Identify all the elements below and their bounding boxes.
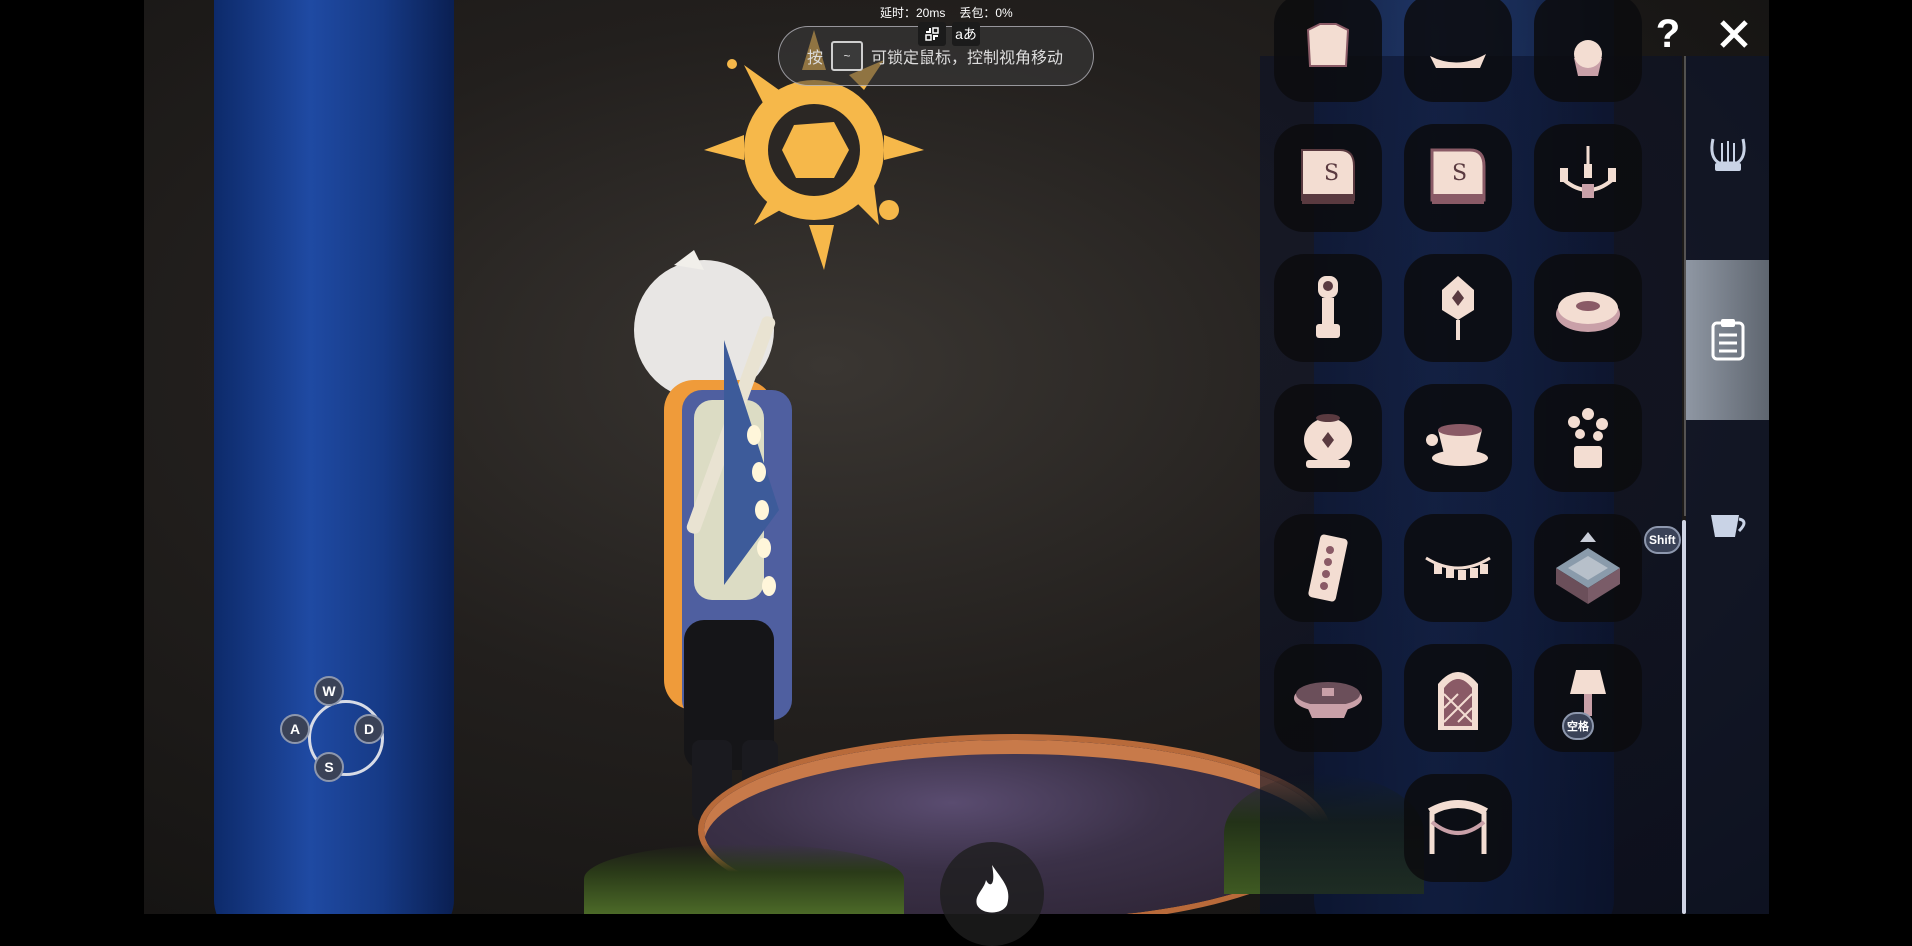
cube-placement-icon — [1556, 532, 1620, 604]
svg-text:S: S — [1324, 161, 1339, 186]
flame-icon — [976, 865, 1009, 913]
lyre-icon — [1709, 138, 1746, 171]
flame-button[interactable] — [940, 842, 1044, 946]
item-vase[interactable] — [1274, 384, 1382, 492]
tab-furniture[interactable] — [1686, 444, 1769, 604]
decoration-panel: S S Shift 空格 — [1260, 0, 1682, 914]
item-bunting[interactable] — [1404, 514, 1512, 622]
grass-patch — [584, 844, 904, 914]
donut-icon — [1556, 292, 1620, 332]
item-lattice-door[interactable] — [1404, 644, 1512, 752]
network-status: 延时：20ms 丢包：0% — [880, 4, 1013, 21]
tab-instruments[interactable] — [1686, 76, 1769, 236]
stream-toggles: aあ — [918, 22, 980, 46]
item-pillow[interactable] — [1404, 0, 1512, 102]
shirt-icon — [1306, 23, 1350, 67]
item-teacup[interactable] — [1404, 384, 1512, 492]
lattice-door-icon — [1438, 672, 1478, 730]
item-grandfather-clock[interactable] — [1274, 254, 1382, 362]
help-button[interactable]: ? — [1650, 14, 1686, 54]
item-piano[interactable]: S — [1274, 124, 1382, 232]
item-hanging-lantern[interactable] — [1404, 254, 1512, 362]
grandfather-clock-icon — [1316, 276, 1340, 338]
key-d[interactable]: D — [354, 714, 384, 744]
key-w[interactable]: W — [314, 676, 344, 706]
bunting-icon — [1425, 556, 1491, 580]
close-icon[interactable] — [1714, 14, 1754, 54]
exit-fullscreen-icon[interactable] — [918, 22, 946, 46]
movement-control[interactable]: W A D S — [280, 672, 400, 792]
item-chandelier[interactable] — [1534, 124, 1642, 232]
tab-props[interactable] — [1686, 260, 1769, 420]
item-shirt[interactable] — [1274, 0, 1382, 102]
piano-alt-icon: S — [1430, 148, 1486, 204]
key-a[interactable]: A — [280, 714, 310, 744]
teacup-icon — [1710, 515, 1745, 537]
shift-key-badge: Shift — [1644, 526, 1681, 554]
hanging-lantern-icon — [1442, 276, 1474, 340]
player-character — [634, 250, 792, 820]
svg-text:S: S — [1452, 161, 1467, 186]
item-cube-placement[interactable] — [1534, 514, 1642, 622]
packet-loss-text: 丢包：0% — [959, 6, 1013, 20]
flower-box-icon — [1568, 408, 1608, 468]
translate-icon[interactable]: aあ — [952, 22, 980, 46]
pillow-icon — [1430, 54, 1486, 68]
category-sidebar — [1686, 56, 1769, 914]
latency-text: 延时：20ms — [880, 6, 946, 20]
item-piano-alt[interactable]: S — [1404, 124, 1512, 232]
item-hammock[interactable] — [1404, 774, 1512, 882]
piano-icon: S — [1301, 149, 1355, 204]
teacup-icon — [1426, 424, 1488, 466]
item-donut[interactable] — [1534, 254, 1642, 362]
hammock-icon — [1428, 800, 1488, 854]
domino-icon — [1308, 534, 1348, 602]
chandelier-icon — [1560, 146, 1616, 198]
item-cupcake[interactable] — [1534, 0, 1642, 102]
round-table-icon — [1294, 682, 1362, 718]
vase-icon — [1304, 414, 1352, 468]
clipboard-icon — [1711, 319, 1744, 361]
space-key-badge: 空格 — [1562, 712, 1594, 740]
item-flower-box[interactable] — [1534, 384, 1642, 492]
hint-prefix: 按 — [807, 50, 824, 67]
key-s[interactable]: S — [314, 752, 344, 782]
cupcake-icon — [1574, 40, 1602, 76]
item-domino[interactable] — [1274, 514, 1382, 622]
tilde-key-icon: ~ — [831, 41, 864, 71]
hint-text: 可锁定鼠标，控制视角移动 — [871, 50, 1064, 67]
item-round-table[interactable] — [1274, 644, 1382, 752]
